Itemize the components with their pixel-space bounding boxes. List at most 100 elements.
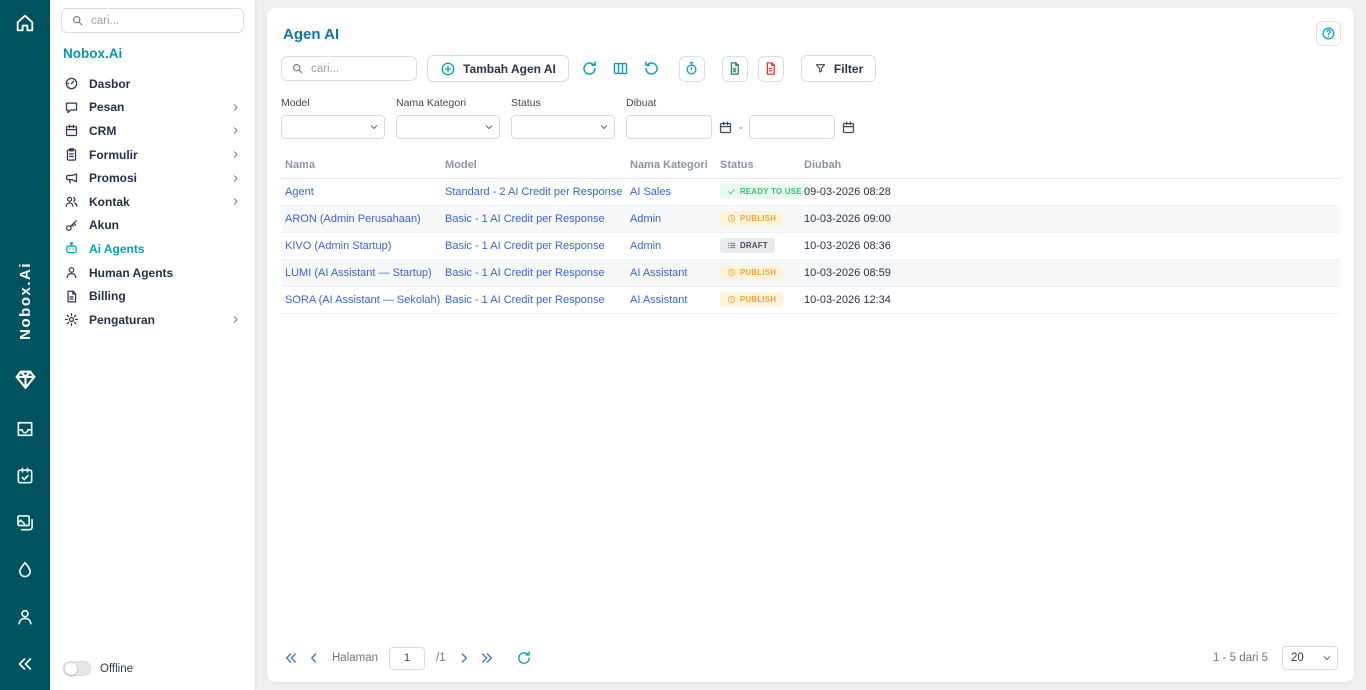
add-agent-button[interactable]: Tambah Agen AI — [427, 55, 569, 82]
agent-model-link[interactable]: Basic - 1 AI Credit per Response — [445, 213, 605, 225]
agent-category-link[interactable]: Admin — [630, 240, 661, 252]
export-excel-button[interactable] — [722, 56, 748, 82]
page-size-select[interactable]: 20 — [1282, 646, 1338, 670]
filter-button[interactable]: Filter — [801, 55, 876, 82]
agent-category-link[interactable]: AI Assistant — [630, 294, 687, 306]
status-filter-select[interactable] — [511, 115, 615, 139]
sidebar-item-label: Akun — [89, 218, 119, 232]
paint-drop-icon[interactable] — [15, 560, 35, 580]
message-icon — [64, 100, 79, 115]
inbox-icon[interactable] — [15, 419, 35, 439]
agent-name-link[interactable]: Agent — [285, 186, 314, 198]
last-page-button[interactable] — [479, 650, 495, 666]
agent-category-link[interactable]: AI Sales — [630, 186, 671, 198]
filter-label-model: Model — [281, 97, 385, 109]
refresh-icon — [581, 60, 598, 77]
help-icon — [1321, 26, 1336, 41]
column-header[interactable]: Status — [716, 152, 800, 178]
clipboard-icon — [64, 147, 79, 162]
toolbar: Tambah Agen AI Filter — [281, 55, 1340, 82]
model-filter-select[interactable] — [281, 115, 385, 139]
home-icon[interactable] — [14, 12, 36, 34]
search-icon — [291, 62, 304, 75]
agent-name-link[interactable]: ARON (Admin Perusahaan) — [285, 213, 421, 225]
filter-group-status: Status — [511, 97, 615, 139]
sidebar-item-ai-agents[interactable]: Ai Agents — [61, 237, 244, 261]
prev-page-button[interactable] — [306, 650, 322, 666]
sidebar-item-crm[interactable]: CRM — [61, 119, 244, 143]
column-header[interactable]: Model — [441, 152, 626, 178]
sidebar-search-input[interactable] — [91, 15, 234, 27]
chevron-right-icon — [230, 173, 241, 184]
column-header[interactable]: Nama — [281, 152, 441, 178]
kategori-filter-select[interactable] — [396, 115, 500, 139]
chevron-right-icon — [230, 196, 241, 207]
sidebar-item-dasbor[interactable]: Dasbor — [61, 72, 244, 96]
toggle-knob — [65, 663, 77, 675]
table-row[interactable]: ARON (Admin Perusahaan) Basic - 1 AI Cre… — [281, 205, 1340, 232]
created-from-input[interactable] — [626, 115, 712, 139]
agent-model-link[interactable]: Basic - 1 AI Credit per Response — [445, 294, 605, 306]
sidebar-item-kontak[interactable]: Kontak — [61, 190, 244, 214]
refresh-button[interactable] — [579, 58, 600, 79]
column-header[interactable]: Diubah — [800, 152, 930, 178]
columns-button[interactable] — [610, 58, 631, 79]
table-search[interactable] — [281, 56, 417, 81]
users-icon — [64, 194, 79, 209]
updated-at: 10-03-2026 08:59 — [800, 259, 930, 286]
offline-row: Offline — [61, 657, 244, 680]
gallery-icon[interactable] — [15, 513, 35, 533]
table-search-input[interactable] — [311, 63, 407, 75]
timer-button[interactable] — [679, 56, 705, 82]
refresh-icon — [516, 650, 532, 666]
offline-toggle[interactable] — [63, 661, 91, 676]
calendar-check-icon[interactable] — [15, 466, 35, 486]
user-icon[interactable] — [15, 607, 35, 627]
agent-category-link[interactable]: Admin — [630, 213, 661, 225]
sidebar-item-pesan[interactable]: Pesan — [61, 96, 244, 120]
status-badge: PUBLISH — [720, 265, 783, 280]
agent-name-link[interactable]: SORA (AI Assistant — Sekolah) — [285, 294, 440, 306]
export-pdf-button[interactable] — [758, 56, 784, 82]
updated-at: 09-03-2026 08:28 — [800, 178, 930, 205]
next-page-button[interactable] — [456, 650, 472, 666]
collapse-left-icon[interactable] — [15, 654, 35, 674]
sidebar-item-promosi[interactable]: Promosi — [61, 166, 244, 190]
table-header-row: NamaModelNama KategoriStatusDiubah — [281, 152, 1340, 178]
sidebar-item-billing[interactable]: Billing — [61, 284, 244, 308]
table-row[interactable]: KIVO (Admin Startup) Basic - 1 AI Credit… — [281, 232, 1340, 259]
history-button[interactable] — [641, 58, 662, 79]
column-header[interactable]: Nama Kategori — [626, 152, 716, 178]
calendar-icon[interactable] — [718, 120, 733, 135]
sidebar-item-label: Human Agents — [89, 266, 173, 280]
agent-model-link[interactable]: Standard - 2 AI Credit per Response — [445, 186, 622, 198]
sidebar-item-formulir[interactable]: Formulir — [61, 143, 244, 167]
filter-label-dibuat: Dibuat — [626, 97, 856, 109]
sidebar-search[interactable] — [61, 8, 244, 33]
agent-name-link[interactable]: LUMI (AI Assistant — Startup) — [285, 267, 432, 279]
agent-model-link[interactable]: Basic - 1 AI Credit per Response — [445, 240, 605, 252]
clock-icon — [727, 214, 736, 223]
sidebar-item-pengaturan[interactable]: Pengaturan — [61, 308, 244, 332]
agent-category-link[interactable]: AI Assistant — [630, 267, 687, 279]
calendar-icon[interactable] — [841, 120, 856, 135]
table-row[interactable]: Agent Standard - 2 AI Credit per Respons… — [281, 178, 1340, 205]
first-page-button[interactable] — [283, 650, 299, 666]
icon-rail: Nobox.Ai — [0, 0, 50, 690]
created-to-input[interactable] — [749, 115, 835, 139]
document-icon — [64, 289, 79, 304]
row-filler — [930, 232, 1340, 259]
agent-name-link[interactable]: KIVO (Admin Startup) — [285, 240, 391, 252]
filter-group-dibuat: Dibuat - — [626, 97, 856, 139]
sidebar-item-akun[interactable]: Akun — [61, 214, 244, 238]
calendar-icon — [64, 123, 79, 138]
sidebar-item-human-agents[interactable]: Human Agents — [61, 261, 244, 285]
filter-label: Filter — [834, 62, 863, 76]
agent-model-link[interactable]: Basic - 1 AI Credit per Response — [445, 267, 605, 279]
table-row[interactable]: SORA (AI Assistant — Sekolah) Basic - 1 … — [281, 286, 1340, 313]
table-row[interactable]: LUMI (AI Assistant — Startup) Basic - 1 … — [281, 259, 1340, 286]
help-button[interactable] — [1316, 21, 1341, 46]
user-icon — [64, 265, 79, 280]
page-number-input[interactable] — [389, 647, 425, 670]
refresh-list-button[interactable] — [516, 650, 532, 666]
